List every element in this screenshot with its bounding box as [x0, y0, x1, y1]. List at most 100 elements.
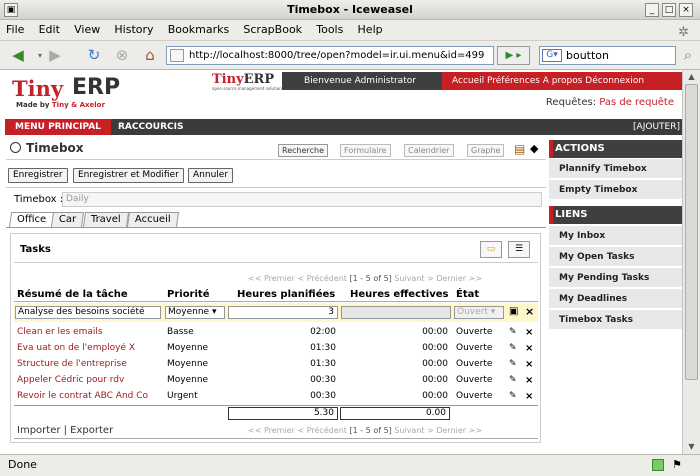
- delete-icon[interactable]: ×: [525, 343, 533, 354]
- home-icon[interactable]: ⌂: [140, 46, 160, 66]
- table-row[interactable]: Structure de l'entreprise Moyenne 01:30 …: [14, 356, 538, 372]
- menu-scrapbook[interactable]: ScrapBook: [237, 20, 307, 36]
- link-timebox-tasks[interactable]: Timebox Tasks: [549, 310, 682, 330]
- view-search-button[interactable]: Recherche: [278, 144, 329, 157]
- pager-next[interactable]: Suivant >: [394, 426, 433, 435]
- row-summary[interactable]: Appeler Cédric pour rdv: [17, 375, 162, 385]
- menu-tools[interactable]: Tools: [310, 20, 348, 36]
- secondary-logo-tagline: open source management solution: [212, 86, 282, 91]
- edit-icon[interactable]: ✎: [509, 391, 517, 401]
- pager-prev[interactable]: < Précédent: [297, 426, 347, 435]
- ajouter-shortcut-link[interactable]: [AJOUTER]: [633, 119, 680, 135]
- scroll-up-icon[interactable]: ▲: [685, 70, 698, 83]
- menu-view[interactable]: View: [68, 20, 105, 36]
- edit-priority-select[interactable]: Moyenne ▾: [165, 306, 225, 319]
- delete-icon[interactable]: ×: [525, 359, 533, 370]
- edit-summary-input[interactable]: Analyse des besoins société: [15, 306, 161, 319]
- new-record-icon[interactable]: ▭: [480, 241, 502, 258]
- help-icon[interactable]: ◆: [530, 142, 538, 155]
- search-go-icon[interactable]: ⌕: [678, 46, 698, 66]
- tab-accueil[interactable]: Accueil: [126, 212, 179, 227]
- pager-prev[interactable]: < Précédent: [297, 274, 347, 283]
- tab-car[interactable]: Car: [50, 212, 85, 227]
- save-edit-button[interactable]: Enregistrer et Modifier: [73, 168, 184, 183]
- go-button[interactable]: ▶ ▸: [497, 46, 530, 65]
- tab-office[interactable]: Office: [8, 212, 55, 228]
- menu-history[interactable]: History: [108, 20, 158, 36]
- table-row[interactable]: Clean er les emails Basse 02:00 00:00 Ou…: [14, 324, 538, 340]
- col-state[interactable]: État: [456, 289, 479, 300]
- delete-icon[interactable]: ×: [525, 327, 533, 338]
- row-summary[interactable]: Eva uat on de l'employé X: [17, 343, 162, 353]
- row-summary[interactable]: Revoir le contrat ABC And Co: [17, 391, 162, 401]
- import-export-links[interactable]: Importer | Exporter: [17, 425, 113, 436]
- link-my-deadlines[interactable]: My Deadlines: [549, 289, 682, 309]
- edit-icon[interactable]: ✎: [509, 359, 517, 369]
- link-my-pending-tasks[interactable]: My Pending Tasks: [549, 268, 682, 288]
- search-input[interactable]: G▾ boutton: [539, 46, 676, 65]
- addon-icon[interactable]: ⚑: [672, 455, 682, 475]
- pager-first[interactable]: << Premier: [248, 274, 295, 283]
- table-row[interactable]: Eva uat on de l'employé X Moyenne 01:30 …: [14, 340, 538, 356]
- security-icon[interactable]: [652, 459, 664, 471]
- save-row-icon[interactable]: ▣: [509, 306, 518, 317]
- menu-edit[interactable]: Edit: [33, 20, 65, 36]
- scroll-thumb[interactable]: [685, 84, 698, 380]
- edit-icon[interactable]: ✎: [509, 375, 517, 385]
- stop-icon[interactable]: ⊗: [112, 46, 132, 66]
- back-icon[interactable]: ◀: [8, 46, 28, 66]
- pager-last[interactable]: Dernier >>: [436, 274, 482, 283]
- tab-travel[interactable]: Travel: [82, 212, 129, 227]
- edit-effective-input[interactable]: [341, 306, 451, 319]
- cancel-button[interactable]: Annuler: [188, 168, 234, 183]
- col-summary[interactable]: Résumé de la tâche: [17, 289, 128, 300]
- forward-icon[interactable]: ▶: [45, 46, 65, 66]
- vertical-scrollbar[interactable]: ▲ ▼: [682, 70, 700, 454]
- pager-next[interactable]: Suivant >: [394, 274, 433, 283]
- menu-principal-button[interactable]: MENU PRINCIPAL: [5, 119, 111, 135]
- requests-label: Requêtes:: [545, 97, 597, 108]
- col-effective-hours[interactable]: Heures effectives: [350, 289, 448, 300]
- row-summary[interactable]: Structure de l'entreprise: [17, 359, 162, 369]
- close-icon[interactable]: ×: [679, 3, 693, 17]
- minimize-icon[interactable]: _: [645, 3, 659, 17]
- view-graph-button[interactable]: Graphe: [467, 144, 505, 157]
- edit-state-select[interactable]: Ouvert ▾: [454, 306, 504, 319]
- view-form-button[interactable]: Formulaire: [340, 144, 391, 157]
- timebox-field[interactable]: Daily: [62, 192, 542, 207]
- maximize-icon[interactable]: □: [662, 3, 676, 17]
- list-view-icon[interactable]: ☰: [508, 241, 530, 258]
- col-planned-hours[interactable]: Heures planifiées: [237, 289, 335, 300]
- save-button[interactable]: Enregistrer: [8, 168, 68, 183]
- row-state: Ouverte: [456, 375, 493, 385]
- notes-icon[interactable]: ▤: [514, 142, 525, 156]
- raccourcis-button[interactable]: RACCOURCIS: [118, 119, 183, 135]
- cancel-row-icon[interactable]: ×: [525, 305, 534, 318]
- pager-last[interactable]: Dernier >>: [436, 426, 482, 435]
- scroll-down-icon[interactable]: ▼: [685, 440, 698, 453]
- row-summary[interactable]: Clean er les emails: [17, 327, 162, 337]
- top-nav-links[interactable]: Accueil Préférences A propos Déconnexion: [442, 72, 682, 90]
- edit-icon[interactable]: ✎: [509, 327, 517, 337]
- action-plannify-timebox[interactable]: Plannify Timebox: [549, 159, 682, 179]
- reload-icon[interactable]: ↻: [84, 46, 104, 66]
- menu-help[interactable]: Help: [352, 20, 388, 36]
- col-priority[interactable]: Priorité: [167, 289, 209, 300]
- window-menu-icon[interactable]: ▣: [4, 3, 18, 17]
- link-my-open-tasks[interactable]: My Open Tasks: [549, 247, 682, 267]
- menu-file[interactable]: File: [0, 20, 29, 36]
- view-calendar-button[interactable]: Calendrier: [404, 144, 454, 157]
- pager-first[interactable]: << Premier: [248, 426, 295, 435]
- menu-bookmarks[interactable]: Bookmarks: [162, 20, 234, 36]
- edit-planned-input[interactable]: 3: [228, 306, 338, 319]
- link-my-inbox[interactable]: My Inbox: [549, 226, 682, 246]
- search-engine-icon[interactable]: G▾: [542, 49, 562, 62]
- delete-icon[interactable]: ×: [525, 391, 533, 402]
- edit-icon[interactable]: ✎: [509, 343, 517, 353]
- delete-icon[interactable]: ×: [525, 375, 533, 386]
- url-input[interactable]: http://localhost:8000/tree/open?model=ir…: [166, 46, 494, 65]
- table-row[interactable]: Revoir le contrat ABC And Co Urgent 00:3…: [14, 388, 538, 404]
- requests-link[interactable]: Pas de requête: [599, 97, 674, 108]
- action-empty-timebox[interactable]: Empty Timebox: [549, 180, 682, 200]
- table-row[interactable]: Appeler Cédric pour rdv Moyenne 00:30 00…: [14, 372, 538, 388]
